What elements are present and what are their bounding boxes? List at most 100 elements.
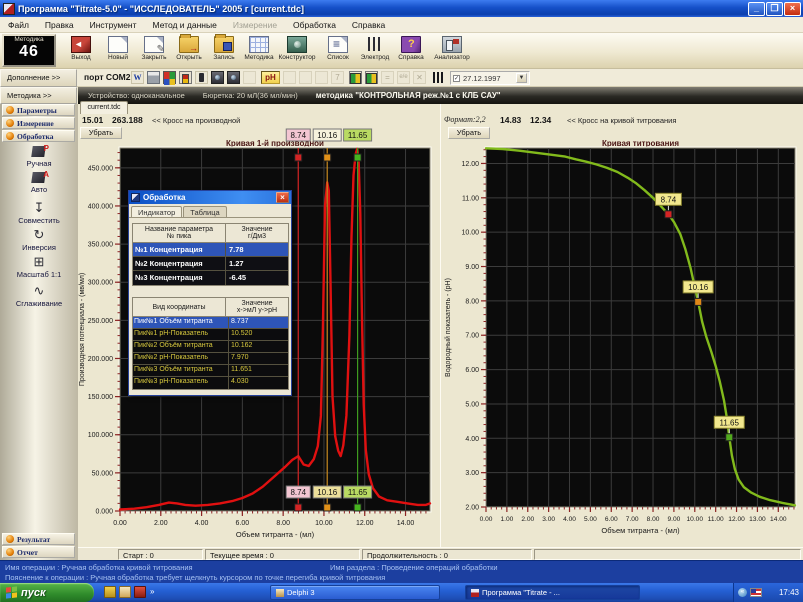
table-row[interactable]: Пик№2 pH-Показатель7.970: [133, 353, 288, 365]
menu-file[interactable]: Файл: [0, 20, 37, 30]
keyboard-layout-icon[interactable]: [750, 588, 762, 597]
word-icon[interactable]: W: [131, 71, 144, 84]
tool-combine[interactable]: ↧ Совместить: [0, 201, 78, 225]
electrode-button[interactable]: Электрод: [356, 36, 394, 67]
tab-current-tdc[interactable]: current.tdc: [80, 101, 128, 114]
method-number-box[interactable]: Методика 46: [2, 34, 56, 67]
windows-logo-icon: [6, 586, 17, 598]
addition-button[interactable]: Дополнение >>: [0, 69, 77, 87]
constructor-button[interactable]: Конструктор: [276, 36, 318, 67]
close-file-button[interactable]: Закрыть: [135, 36, 173, 67]
printer-icon[interactable]: [147, 71, 160, 84]
table-row[interactable]: Пик№3 pH-Показатель4.030: [133, 377, 288, 389]
ph-mode-button[interactable]: pH: [261, 71, 280, 84]
row-name: Пик№1 pH-Показатель: [133, 329, 229, 340]
svg-text:50.000: 50.000: [92, 470, 114, 477]
svg-text:8.74: 8.74: [290, 131, 306, 140]
quicklaunch-monitor-icon[interactable]: [134, 586, 146, 598]
section-name: Имя раздела : Проведение операций обрабо…: [330, 563, 498, 572]
table-row[interactable]: Пик№1 pH-Показатель10.520: [133, 329, 288, 341]
crosshair-handle[interactable]: [295, 504, 302, 511]
sidebar-item-measurement[interactable]: Измерение: [2, 117, 75, 129]
method-number: 46: [4, 44, 54, 60]
open-button[interactable]: Открыть: [170, 36, 208, 67]
sidebar-item-processing[interactable]: Обработка: [2, 130, 75, 142]
camera-icon[interactable]: [211, 71, 224, 84]
crosshair-handle[interactable]: [354, 154, 361, 161]
quicklaunch-more-icon[interactable]: »: [150, 586, 162, 598]
maximize-button[interactable]: ❐: [766, 2, 783, 16]
new-button[interactable]: Новый: [99, 36, 137, 67]
concentration-table: Название параметра№ пика Значениег/Дм3 №…: [132, 223, 289, 286]
menu-processing[interactable]: Обработка: [285, 20, 344, 30]
table-export-icon[interactable]: [365, 71, 378, 84]
tab-table[interactable]: Таблица: [183, 206, 226, 217]
date-picker[interactable]: ✓ 27.12.1997 ▼: [450, 71, 530, 85]
tool-manual[interactable]: Р Ручная: [0, 144, 78, 168]
table-row[interactable]: Пик№3 Объём титранта11.651: [133, 365, 288, 377]
secondary-toolbar: Дополнение >> порт COM2 W pH 7 = e/e ✕ ✓…: [0, 69, 803, 87]
burette-icon[interactable]: [431, 71, 444, 84]
table-row[interactable]: №2 Концентрация1.27: [133, 257, 288, 271]
tab-indicator[interactable]: Индикатор: [131, 206, 182, 217]
quicklaunch-lock-icon[interactable]: [104, 586, 116, 598]
chevron-down-icon[interactable]: ▼: [516, 73, 527, 83]
palette-icon[interactable]: [163, 71, 176, 84]
menu-instrument[interactable]: Инструмент: [82, 20, 145, 30]
table-row[interactable]: №3 Концентрация-6.45: [133, 271, 288, 285]
method-button[interactable]: Методика: [240, 36, 278, 67]
method-info-bar: Устройство: одноканальное Бюретка: 20 мЛ…: [78, 87, 803, 104]
exit-button[interactable]: Выход: [62, 36, 100, 67]
titration-chart[interactable]: 0.001.002.003.004.005.006.007.008.009.00…: [440, 126, 803, 546]
close-button[interactable]: ×: [784, 2, 801, 16]
menu-help[interactable]: Справка: [344, 20, 393, 30]
column-header: Название параметра№ пика: [133, 224, 226, 242]
minimize-button[interactable]: _: [748, 2, 765, 16]
task-titrate[interactable]: Программа "Titrate - ...: [465, 585, 640, 600]
tool-scale-1-1[interactable]: ⊞ Масштаб 1:1: [0, 255, 78, 279]
analyzer-button[interactable]: Анализатор: [429, 36, 475, 67]
tool-inversion[interactable]: ↻ Инверсия: [0, 228, 78, 252]
menu-method-data[interactable]: Метод и данные: [145, 20, 225, 30]
crosshair-handle[interactable]: [354, 504, 361, 511]
exit-icon: [71, 36, 91, 53]
tool-auto[interactable]: А Авто: [0, 170, 78, 194]
table-row[interactable]: Пик№1 Объём титранта8.737: [133, 317, 288, 329]
dialog-title-bar[interactable]: Обработка ×: [129, 191, 291, 204]
sidebar-item-result[interactable]: Результат: [2, 533, 75, 545]
menu-edit[interactable]: Правка: [37, 20, 82, 30]
menu-measurement[interactable]: Измерение: [225, 20, 285, 30]
quicklaunch-folder-icon[interactable]: [119, 586, 131, 598]
system-tray: « 17:43: [733, 583, 803, 602]
svg-text:350.000: 350.000: [88, 242, 113, 249]
tool-smoothing[interactable]: ∿ Сглаживание: [0, 284, 78, 308]
start-button[interactable]: пуск: [0, 583, 94, 602]
snapshot-icon[interactable]: [227, 71, 240, 84]
curve-point-marker[interactable]: [726, 434, 733, 441]
bottle-icon[interactable]: [195, 71, 208, 84]
curve-point-marker[interactable]: [665, 211, 672, 218]
indicator-icon[interactable]: [179, 71, 192, 84]
methodika-button[interactable]: Методика >>: [0, 87, 77, 104]
right-cross-link[interactable]: << Кросс на кривой титрования: [567, 116, 676, 125]
date-checkbox[interactable]: ✓: [453, 75, 460, 82]
curve-point-marker[interactable]: [695, 298, 702, 305]
row-value: 11.651: [229, 365, 288, 376]
table-icon[interactable]: [349, 71, 362, 84]
table-row[interactable]: №1 Концентрация7.78: [133, 243, 288, 257]
date-value: 27.12.1997: [463, 74, 501, 83]
help-button[interactable]: Справка: [392, 36, 430, 67]
crosshair-handle[interactable]: [324, 154, 331, 161]
crosshair-handle[interactable]: [324, 504, 331, 511]
row-name: Пик№3 pH-Показатель: [133, 377, 229, 389]
tray-chevron-icon[interactable]: «: [738, 588, 747, 597]
record-button[interactable]: Запись: [205, 36, 243, 67]
left-cross-link[interactable]: << Кросс на производной: [152, 116, 240, 125]
dialog-close-button[interactable]: ×: [276, 192, 289, 203]
task-delphi[interactable]: Delphi 3: [270, 585, 440, 600]
crosshair-handle[interactable]: [295, 154, 302, 161]
sidebar-item-report[interactable]: Отчет: [2, 546, 75, 558]
list-button[interactable]: Список: [319, 36, 357, 67]
table-row[interactable]: Пик№2 Объём титранта10.162: [133, 341, 288, 353]
sidebar-item-parameters[interactable]: Параметры: [2, 104, 75, 116]
